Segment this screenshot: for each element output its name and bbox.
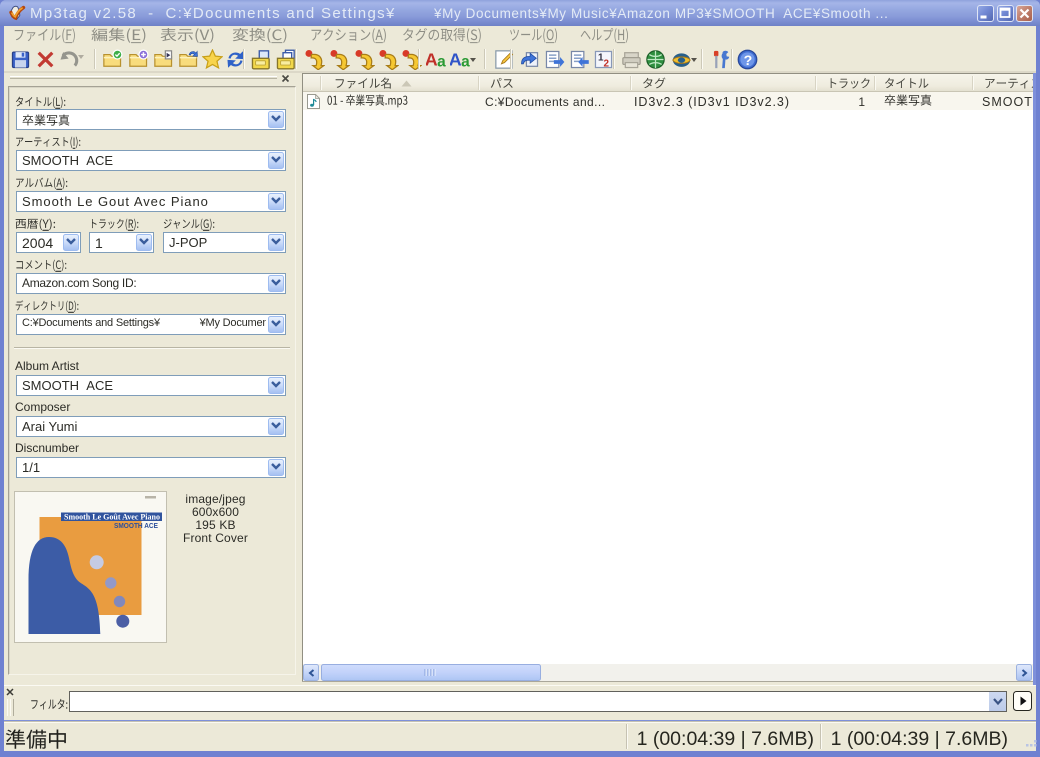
svg-text:A: A <box>426 50 438 70</box>
svg-text:2: 2 <box>604 58 610 69</box>
svg-text:?: ? <box>744 53 753 69</box>
svg-text:A: A <box>450 50 462 70</box>
svg-text:SMOOTH ACE: SMOOTH ACE <box>114 521 158 530</box>
svg-text:a: a <box>461 53 470 70</box>
svg-text:a: a <box>437 53 446 70</box>
